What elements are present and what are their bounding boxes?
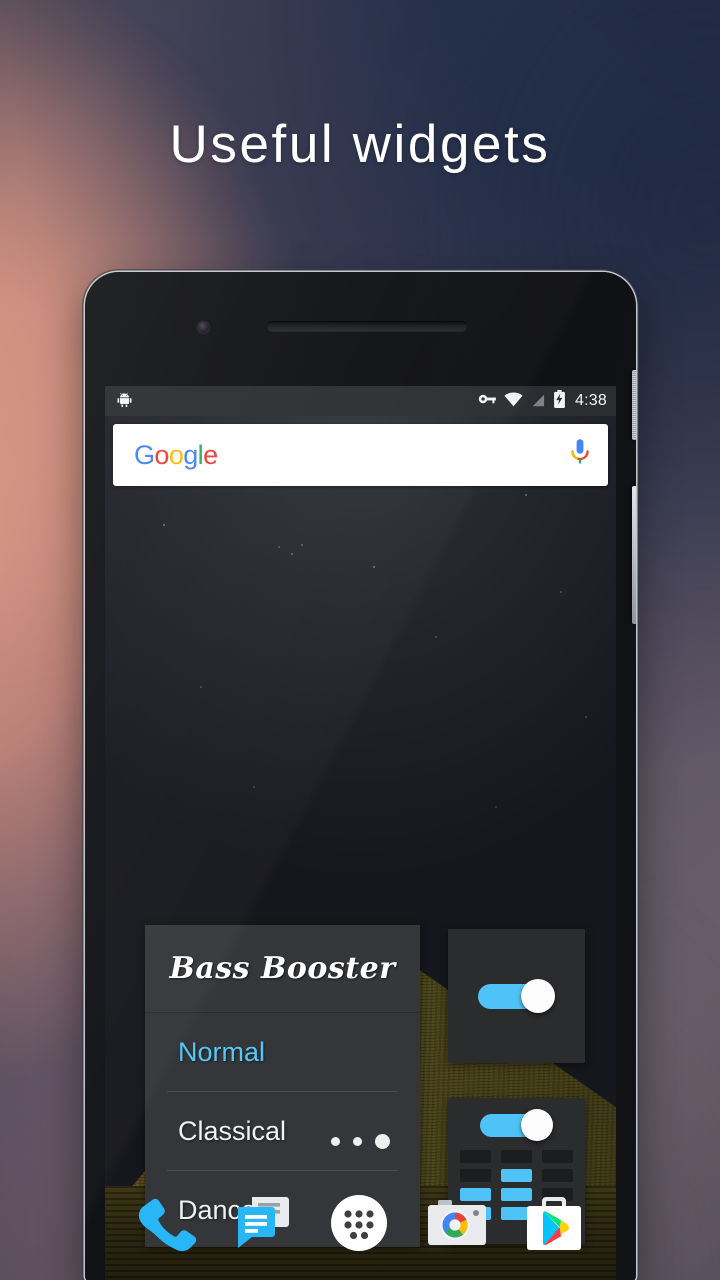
phone-device-frame: 4:38 Google Bass Booster Normal Classica…: [85, 272, 636, 1280]
microphone-icon[interactable]: [569, 438, 591, 473]
google-logo: Google: [134, 439, 218, 470]
phone-screen: 4:38 Google Bass Booster Normal Classica…: [105, 386, 616, 1280]
power-button[interactable]: [632, 370, 636, 440]
app-drawer-icon[interactable]: [327, 1191, 393, 1257]
camera-icon[interactable]: [425, 1191, 491, 1257]
bass-boost-toggle-switch[interactable]: [478, 979, 555, 1013]
messages-icon[interactable]: [230, 1191, 296, 1257]
status-bar-clock: 4:38: [575, 392, 607, 409]
volume-rocker-button[interactable]: [632, 486, 636, 624]
earpiece-speaker: [267, 321, 467, 331]
bass-boost-toggle-widget[interactable]: [448, 929, 585, 1063]
google-search-widget[interactable]: Google: [113, 424, 608, 486]
equalizer-bar-r1-c1[interactable]: [501, 1169, 532, 1182]
equalizer-bar-r0-c1[interactable]: [501, 1150, 532, 1163]
page-dot-2[interactable]: [353, 1137, 362, 1146]
preset-item-classical[interactable]: Classical: [145, 1092, 420, 1170]
equalizer-bar-r1-c2[interactable]: [542, 1169, 573, 1182]
promo-headline: Useful widgets: [169, 115, 551, 174]
page-indicator: [105, 1134, 616, 1149]
page-dot-1[interactable]: [331, 1137, 340, 1146]
page-dot-3[interactable]: [375, 1134, 390, 1149]
preset-item-normal[interactable]: Normal: [145, 1013, 420, 1091]
front-camera-icon: [198, 322, 209, 333]
signal-no-sim-icon: [530, 392, 546, 411]
status-bar: 4:38: [105, 386, 616, 416]
toggle-knob: [521, 979, 555, 1013]
wifi-icon: [504, 392, 523, 411]
phone-icon[interactable]: [133, 1191, 199, 1257]
equalizer-bar-r0-c0[interactable]: [460, 1150, 491, 1163]
preset-label: Normal: [178, 1036, 266, 1067]
equalizer-bar-r1-c0[interactable]: [460, 1169, 491, 1182]
bass-booster-title: Bass Booster: [145, 925, 420, 1013]
android-head-icon: [116, 391, 133, 412]
equalizer-bar-r0-c2[interactable]: [542, 1150, 573, 1163]
vpn-key-icon: [478, 391, 497, 411]
play-store-icon[interactable]: [522, 1191, 588, 1257]
battery-charging-icon: [553, 390, 566, 412]
home-dock: [105, 1184, 616, 1264]
